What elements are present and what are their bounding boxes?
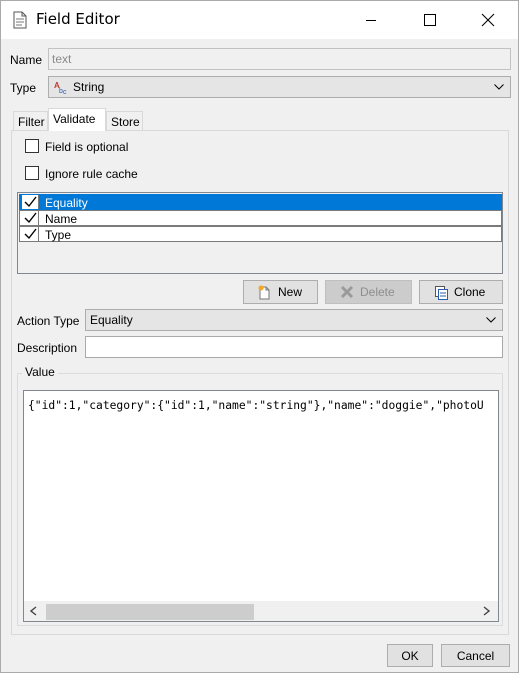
field-optional-label[interactable]: Field is optional — [45, 140, 128, 154]
tab-filter-label: Filter — [18, 115, 45, 129]
window-title: Field Editor — [36, 10, 120, 28]
scroll-left-icon[interactable] — [30, 606, 37, 616]
type-combo[interactable]: A b c String — [48, 76, 511, 98]
document-icon — [13, 11, 27, 29]
rule-checkbox[interactable] — [22, 227, 39, 241]
checkmark-icon — [24, 196, 37, 208]
cancel-button-label: Cancel — [456, 649, 495, 663]
type-value: String — [73, 80, 105, 94]
rule-label: Type — [45, 228, 72, 242]
description-label: Description — [17, 341, 78, 355]
svg-text:c: c — [63, 89, 67, 95]
chevron-down-icon — [486, 317, 496, 323]
maximize-icon — [424, 14, 436, 26]
tab-validate[interactable]: Validate — [48, 108, 106, 131]
delete-rule-button[interactable]: Delete — [325, 280, 412, 304]
type-label: Type — [10, 81, 37, 95]
clone-icon — [435, 286, 448, 300]
checkmark-icon — [24, 212, 37, 224]
action-type-value: Equality — [90, 313, 133, 327]
value-editor[interactable]: {"id":1,"category":{"id":1,"name":"strin… — [23, 390, 499, 622]
new-rule-button[interactable]: New — [243, 280, 318, 304]
tab-validate-label: Validate — [53, 112, 96, 126]
new-button-label: New — [278, 285, 303, 299]
scroll-right-icon[interactable] — [483, 606, 490, 616]
chevron-down-icon — [494, 84, 504, 90]
rule-item-name[interactable]: Name — [19, 210, 502, 226]
new-document-icon — [258, 285, 270, 300]
name-field[interactable]: text — [48, 48, 511, 70]
rules-list[interactable]: Equality Name Type — [17, 192, 503, 274]
field-optional-checkbox[interactable] — [25, 139, 39, 153]
ignore-rule-cache-checkbox[interactable] — [25, 166, 39, 180]
action-type-combo[interactable]: Equality — [85, 309, 503, 331]
value-legend: Value — [22, 365, 58, 379]
rule-checkbox[interactable] — [22, 195, 39, 209]
close-button[interactable] — [465, 1, 511, 39]
clone-rule-button[interactable]: Clone — [419, 280, 503, 304]
horizontal-scrollbar[interactable] — [24, 601, 498, 621]
ok-button[interactable]: OK — [387, 644, 433, 667]
delete-button-label: Delete — [360, 285, 395, 299]
value-text: {"id":1,"category":{"id":1,"name":"strin… — [28, 399, 484, 412]
cancel-button[interactable]: Cancel — [441, 644, 510, 667]
rule-item-type[interactable]: Type — [19, 226, 502, 242]
minimize-icon — [366, 20, 376, 21]
action-type-label: Action Type — [17, 314, 80, 328]
tab-store-label: Store — [111, 115, 140, 129]
string-type-icon: A b c — [54, 81, 67, 95]
ok-button-label: OK — [401, 649, 419, 663]
ignore-rule-cache-label[interactable]: Ignore rule cache — [45, 167, 138, 181]
rule-label: Equality — [45, 196, 88, 210]
field-editor-window: Field Editor Name text Type A b c String… — [0, 0, 519, 673]
clone-button-label: Clone — [454, 285, 486, 299]
tab-store[interactable]: Store — [106, 111, 143, 130]
tab-filter[interactable]: Filter — [13, 111, 48, 130]
rule-checkbox[interactable] — [22, 211, 39, 225]
rule-item-equality[interactable]: Equality — [19, 194, 502, 210]
name-value: text — [52, 52, 72, 66]
description-field[interactable] — [85, 336, 503, 358]
title-bar[interactable]: Field Editor — [1, 1, 518, 39]
delete-icon — [340, 285, 354, 299]
maximize-button[interactable] — [407, 1, 453, 39]
name-label: Name — [10, 53, 43, 67]
rule-label: Name — [45, 212, 78, 226]
checkmark-icon — [24, 228, 37, 240]
minimize-button[interactable] — [348, 1, 394, 39]
close-icon — [481, 13, 495, 27]
scrollbar-thumb[interactable] — [46, 604, 254, 620]
